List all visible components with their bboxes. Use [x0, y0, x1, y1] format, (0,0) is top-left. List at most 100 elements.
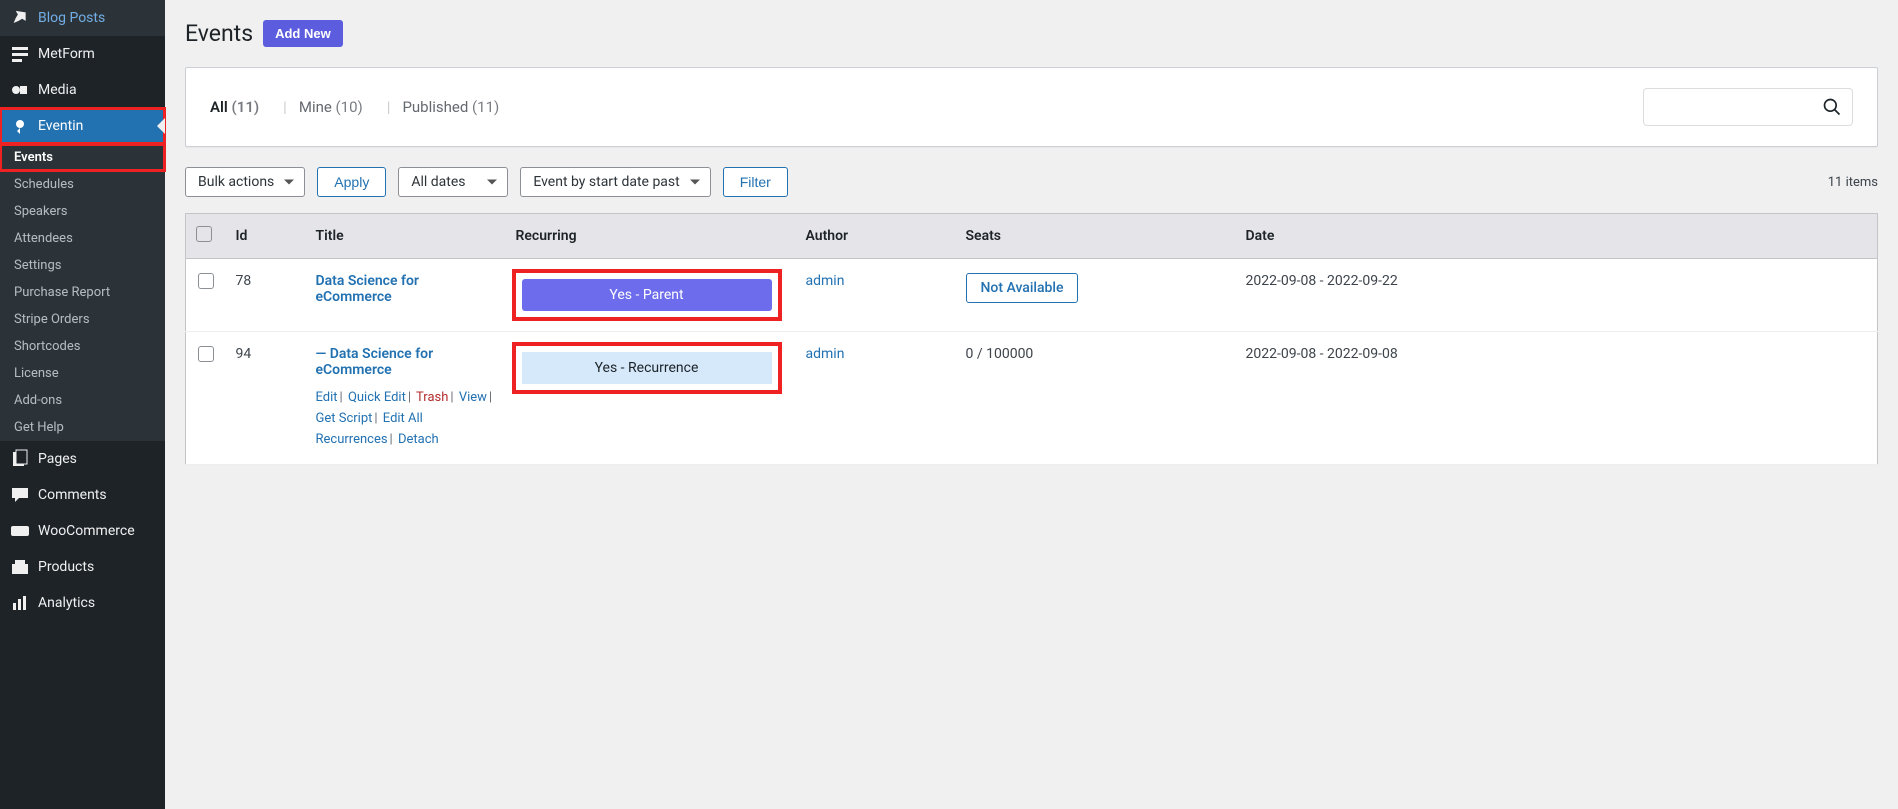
tab-separator: | [283, 98, 287, 116]
dates-select[interactable]: All dates [398, 167, 508, 197]
submenu-stripe-orders[interactable]: Stripe Orders [0, 306, 165, 333]
submenu-speakers[interactable]: Speakers [0, 198, 165, 225]
bulk-actions-select[interactable]: Bulk actions [185, 167, 305, 197]
sidebar-item-media[interactable]: Media [0, 72, 165, 108]
page-title: Events [185, 20, 253, 47]
author-link[interactable]: admin [806, 346, 845, 362]
submenu-get-help[interactable]: Get Help [0, 414, 165, 441]
media-icon [10, 80, 30, 100]
submenu-schedules[interactable]: Schedules [0, 171, 165, 198]
seats-not-available[interactable]: Not Available [966, 273, 1079, 303]
row-actions: Edit| Quick Edit| Trash| View| Get Scrip… [316, 388, 496, 450]
recurring-highlight: Yes - Recurrence [516, 346, 778, 390]
col-recurring[interactable]: Recurring [506, 214, 796, 259]
col-id[interactable]: Id [226, 214, 306, 259]
search-icon [1822, 97, 1842, 117]
tab-mine-label: Mine [299, 98, 336, 116]
page-icon [10, 449, 30, 469]
sidebar-item-pages[interactable]: Pages [0, 441, 165, 477]
cell-id: 94 [226, 332, 306, 465]
action-trash[interactable]: Trash [416, 390, 448, 405]
select-all-checkbox[interactable] [196, 226, 212, 242]
submenu-purchase-report[interactable]: Purchase Report [0, 279, 165, 306]
pin-icon [10, 8, 30, 28]
action-get-script[interactable]: Get Script [316, 411, 373, 426]
analytics-icon [10, 593, 30, 613]
tab-mine-count: (10) [336, 98, 363, 116]
eventin-icon [10, 116, 30, 136]
sidebar-label: Analytics [38, 595, 95, 611]
table-row: 78 Data Science for eCommerce Yes - Pare… [186, 259, 1878, 332]
cell-date: 2022-09-08 - 2022-09-08 [1236, 332, 1878, 465]
filters-row: Bulk actions Apply All dates Event by st… [185, 167, 1878, 197]
add-new-button[interactable]: Add New [263, 20, 343, 47]
tab-published[interactable]: Published (11) [402, 98, 499, 116]
event-title-link[interactable]: — Data Science for eCommerce [316, 346, 434, 378]
sidebar-label: Media [38, 82, 77, 98]
col-author[interactable]: Author [796, 214, 956, 259]
row-checkbox[interactable] [198, 273, 214, 289]
submenu-settings[interactable]: Settings [0, 252, 165, 279]
event-start-select[interactable]: Event by start date past [520, 167, 710, 197]
sidebar-label: Eventin [38, 118, 83, 134]
status-panel: All (11) | Mine (10) | Published (11) [185, 67, 1878, 147]
events-table: Id Title Recurring Author Seats Date 78 … [185, 213, 1878, 465]
tab-all[interactable]: All (11) [210, 98, 259, 116]
apply-button[interactable]: Apply [317, 167, 386, 197]
sidebar-item-products[interactable]: Products [0, 549, 165, 585]
author-link[interactable]: admin [806, 273, 845, 289]
tab-pub-count: (11) [472, 98, 499, 116]
submenu-attendees[interactable]: Attendees [0, 225, 165, 252]
sidebar-item-analytics[interactable]: Analytics [0, 585, 165, 621]
submenu-license[interactable]: License [0, 360, 165, 387]
action-edit[interactable]: Edit [316, 390, 338, 405]
sidebar-item-comments[interactable]: Comments [0, 477, 165, 513]
recurring-highlight: Yes - Parent [516, 273, 778, 317]
sidebar-label: Products [38, 559, 94, 575]
recurring-parent-badge: Yes - Parent [522, 279, 772, 311]
action-detach[interactable]: Detach [398, 432, 439, 447]
recurring-recurrence-badge: Yes - Recurrence [522, 352, 772, 384]
cell-seats: 0 / 100000 [956, 332, 1236, 465]
event-title-link[interactable]: Data Science for eCommerce [316, 273, 419, 305]
admin-sidebar: Blog Posts MetForm Media Eventin Events … [0, 0, 165, 809]
col-title[interactable]: Title [306, 214, 506, 259]
col-date[interactable]: Date [1236, 214, 1878, 259]
submenu-addons[interactable]: Add-ons [0, 387, 165, 414]
woo-icon [10, 521, 30, 541]
table-row: 94 — Data Science for eCommerce Edit| Qu… [186, 332, 1878, 465]
filter-button[interactable]: Filter [723, 167, 788, 197]
sidebar-label: Comments [38, 487, 107, 503]
main-content: Events Add New All (11) | Mine (10) | Pu… [165, 0, 1898, 809]
form-icon [10, 44, 30, 64]
sidebar-label: Blog Posts [38, 10, 105, 26]
action-view[interactable]: View [459, 390, 487, 405]
eventin-submenu: Events Schedules Speakers Attendees Sett… [0, 144, 165, 441]
submenu-shortcodes[interactable]: Shortcodes [0, 333, 165, 360]
items-count: 11 items [1828, 175, 1878, 190]
tab-pub-label: Published [402, 98, 472, 116]
submenu-events[interactable]: Events [0, 144, 165, 171]
cell-date: 2022-09-08 - 2022-09-22 [1236, 259, 1878, 332]
table-header-row: Id Title Recurring Author Seats Date [186, 214, 1878, 259]
product-icon [10, 557, 30, 577]
sidebar-label: WooCommerce [38, 523, 135, 539]
action-quick-edit[interactable]: Quick Edit [348, 390, 406, 405]
tab-all-label: All [210, 98, 232, 116]
sidebar-label: MetForm [38, 46, 95, 62]
status-tabs: All (11) | Mine (10) | Published (11) [210, 98, 511, 116]
search-input[interactable] [1643, 88, 1853, 126]
sidebar-item-blog-posts[interactable]: Blog Posts [0, 0, 165, 36]
tab-all-count: (11) [232, 98, 260, 116]
col-seats[interactable]: Seats [956, 214, 1236, 259]
cell-id: 78 [226, 259, 306, 332]
sidebar-label: Pages [38, 451, 77, 467]
comment-icon [10, 485, 30, 505]
tab-mine[interactable]: Mine (10) [299, 98, 363, 116]
page-header: Events Add New [185, 20, 1878, 47]
row-checkbox[interactable] [198, 346, 214, 362]
sidebar-item-woocommerce[interactable]: WooCommerce [0, 513, 165, 549]
tab-separator: | [387, 98, 391, 116]
sidebar-item-metform[interactable]: MetForm [0, 36, 165, 72]
sidebar-item-eventin[interactable]: Eventin [0, 108, 165, 144]
